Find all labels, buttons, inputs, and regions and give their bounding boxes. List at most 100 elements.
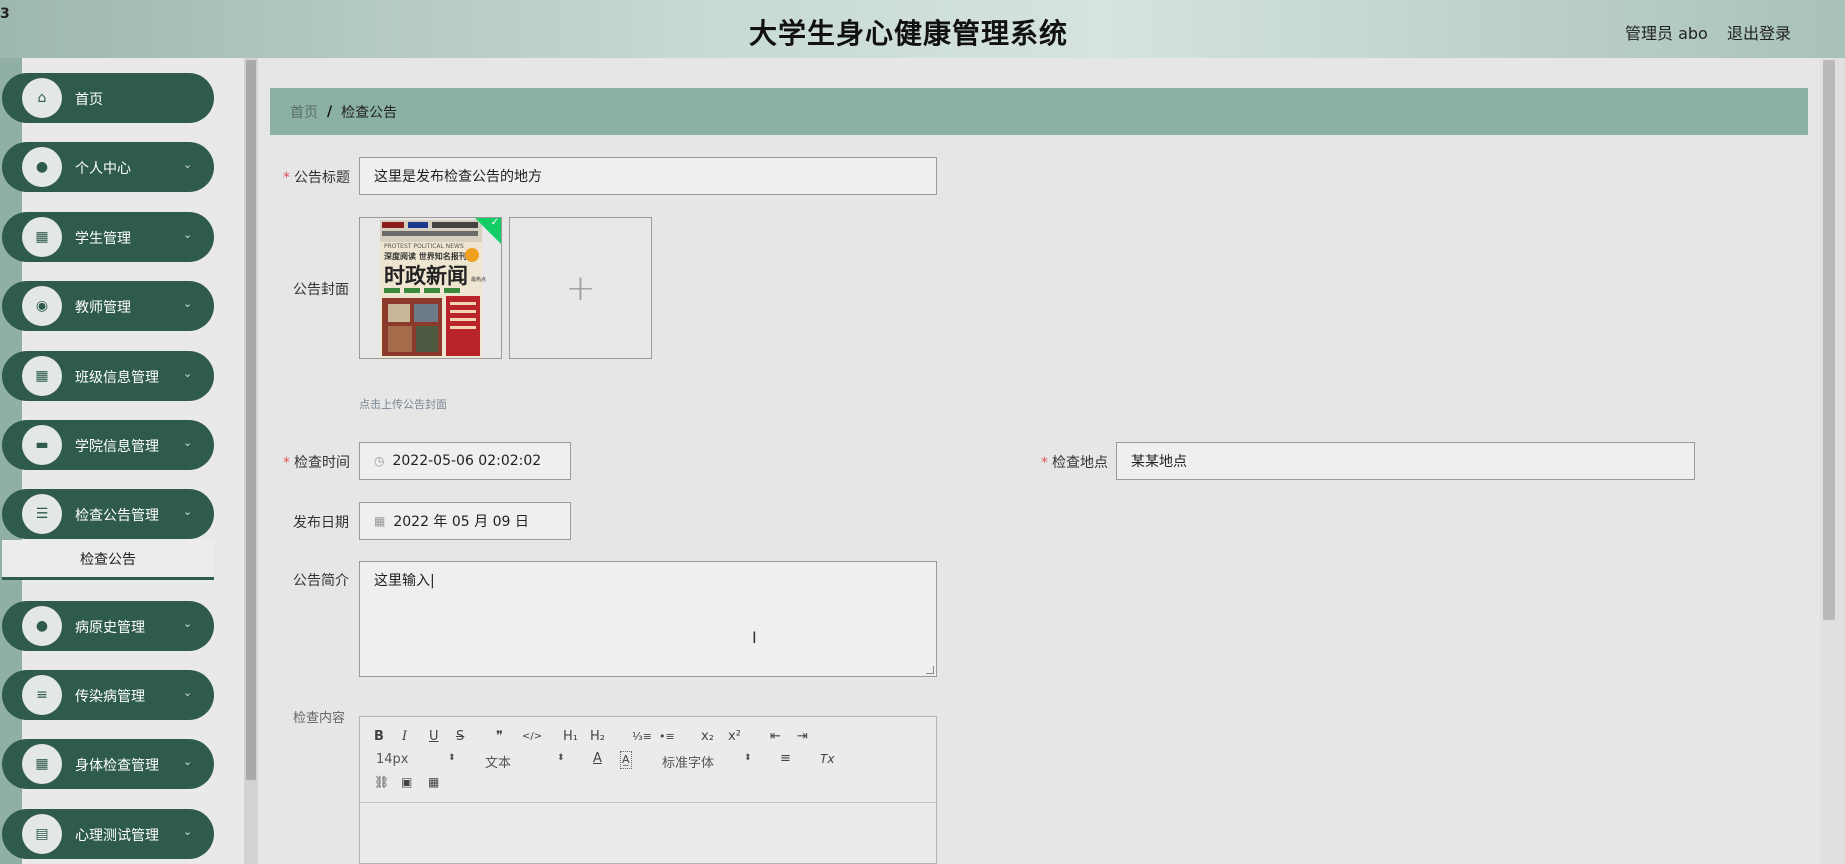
quote-button[interactable]: ❞ bbox=[496, 729, 503, 745]
sidebar-item-10[interactable]: ▤ 心理测试管理 ⌄ bbox=[2, 809, 214, 859]
cover-top-text: PROTEST POLITICAL NEWS bbox=[384, 243, 464, 250]
sidebar-item-0[interactable]: ⌂ 首页 bbox=[2, 73, 214, 123]
publish-date-picker[interactable]: ▦ 2022 年 05 月 09 日 bbox=[359, 502, 571, 540]
sidebar-item-6[interactable]: ☰ 检查公告管理 ⌄ bbox=[2, 489, 214, 539]
underline-button[interactable]: U bbox=[429, 729, 439, 745]
check-time-picker[interactable]: ◷ 2022-05-06 02:02:02 bbox=[359, 442, 571, 480]
indent-button[interactable]: ⇥ bbox=[797, 729, 808, 745]
user-icon: ● bbox=[22, 147, 62, 187]
video-button[interactable]: ▦ bbox=[428, 774, 439, 790]
publish-date-value: 2022 年 05 月 09 日 bbox=[393, 514, 529, 530]
sidebar-item-3[interactable]: ◉ 教师管理 ⌄ bbox=[2, 281, 214, 331]
check-time-label: * 检查时间 bbox=[283, 452, 350, 472]
check-place-label-text: 检查地点 bbox=[1052, 455, 1108, 471]
superscript-button[interactable]: x² bbox=[728, 729, 741, 745]
sidebar-item-label: 学生管理 bbox=[75, 231, 131, 247]
bold-button[interactable]: B bbox=[374, 729, 384, 745]
intro-label: 公告简介 bbox=[293, 573, 349, 589]
sidebar-item-label: 学院信息管理 bbox=[75, 439, 159, 455]
chevron-down-icon: ⌄ bbox=[183, 617, 193, 630]
resize-grip[interactable] bbox=[926, 666, 934, 674]
sidebar-item-9[interactable]: ▦ 身体检查管理 ⌄ bbox=[2, 739, 214, 789]
sidebar-item-7[interactable]: ● 病原史管理 ⌄ bbox=[2, 601, 214, 651]
chevron-down-icon: ⌄ bbox=[183, 297, 193, 310]
chevron-down-icon: ⌄ bbox=[183, 158, 193, 171]
chevron-down-icon: ⌄ bbox=[183, 825, 193, 838]
cover-main-text: 时政新闻 bbox=[384, 264, 468, 288]
intro-textarea-value: 这里输入| bbox=[374, 573, 435, 589]
content-label: 检查内容 bbox=[293, 711, 346, 726]
text-style-value: 文本 bbox=[485, 756, 512, 771]
plus-icon: + bbox=[565, 267, 596, 309]
text-cursor-icon: I bbox=[752, 628, 757, 647]
app-header: 3 大学生身心健康管理系统 管理员 abo 退出登录 bbox=[0, 0, 1845, 58]
bullet-list-button[interactable]: •≡ bbox=[659, 729, 675, 745]
rich-text-editor[interactable]: B I U S ❞ </> H₁ H₂ ⅓≡ •≡ x₂ x² ⇤ ⇥ 14px… bbox=[359, 716, 937, 864]
grid-icon: ▦ bbox=[22, 217, 62, 257]
sliders-icon: ☰ bbox=[22, 494, 62, 534]
cover-label: 公告封面 bbox=[293, 282, 349, 298]
sidebar-item-5[interactable]: ▬ 学院信息管理 ⌄ bbox=[2, 420, 214, 470]
title-label: * 公告标题 bbox=[283, 167, 350, 187]
submenu-item-check-notice[interactable]: 检查公告 bbox=[2, 540, 214, 580]
font-family-select[interactable]: 标准字体 ⬍ bbox=[662, 752, 752, 771]
user-icon: ● bbox=[22, 606, 62, 646]
sidebar-item-label: 班级信息管理 bbox=[75, 370, 159, 386]
text-style-select[interactable]: 文本 ⬍ bbox=[485, 752, 565, 771]
subscript-button[interactable]: x₂ bbox=[701, 729, 714, 745]
check-time-label-text: 检查时间 bbox=[294, 455, 350, 471]
h2-button[interactable]: H₂ bbox=[590, 729, 605, 745]
breadcrumb: 首页 / 检查公告 bbox=[270, 88, 1808, 135]
calendar-icon: ▦ bbox=[374, 514, 386, 528]
sidebar-scroll-thumb[interactable] bbox=[246, 60, 256, 780]
upload-cover-button[interactable]: + bbox=[509, 217, 652, 359]
outdent-button[interactable]: ⇤ bbox=[770, 729, 781, 745]
sidebar-item-2[interactable]: ▦ 学生管理 ⌄ bbox=[2, 212, 214, 262]
cover-thumbnail[interactable]: PROTEST POLITICAL NEWS 深度阅读 世界知名报刊 时政新闻 … bbox=[359, 217, 502, 359]
sidebar-item-1[interactable]: ● 个人中心 ⌄ bbox=[2, 142, 214, 192]
select-arrows-icon: ⬍ bbox=[448, 753, 456, 763]
editor-toolbar: B I U S ❞ </> H₁ H₂ ⅓≡ •≡ x₂ x² ⇤ ⇥ 14px… bbox=[360, 717, 936, 803]
clock-icon: ◷ bbox=[374, 454, 385, 468]
title-input[interactable]: 这里是发布检查公告的地方 bbox=[359, 157, 937, 195]
intro-textarea[interactable]: 这里输入| bbox=[359, 561, 937, 677]
app-title: 大学生身心健康管理系统 bbox=[748, 17, 1068, 50]
font-family-value: 标准字体 bbox=[662, 756, 715, 771]
briefcase-icon: ▬ bbox=[22, 425, 62, 465]
title-input-value: 这里是发布检查公告的地方 bbox=[374, 169, 542, 185]
strike-button[interactable]: S bbox=[456, 729, 464, 745]
sidebar-item-label: 病原史管理 bbox=[75, 620, 145, 636]
check-place-input[interactable]: 某某地点 bbox=[1116, 442, 1695, 480]
breadcrumb-home[interactable]: 首页 bbox=[290, 102, 318, 122]
select-arrows-icon: ⬍ bbox=[557, 753, 565, 763]
home-icon: ⌂ bbox=[22, 78, 62, 118]
link-button[interactable]: ⛓ bbox=[374, 774, 389, 790]
clean-format-button[interactable]: Tx bbox=[820, 751, 834, 767]
publish-date-label: 发布日期 bbox=[293, 515, 349, 531]
ordered-list-button[interactable]: ⅓≡ bbox=[632, 729, 652, 745]
background-color-button[interactable]: A̲ bbox=[620, 751, 632, 769]
sidebar-item-label: 首页 bbox=[75, 92, 103, 108]
required-mark: * bbox=[283, 170, 290, 186]
h1-button[interactable]: H₁ bbox=[563, 729, 578, 745]
italic-button[interactable]: I bbox=[402, 729, 407, 745]
code-button[interactable]: </> bbox=[522, 729, 542, 745]
sidebar-item-label: 心理测试管理 bbox=[75, 828, 159, 844]
chevron-down-icon: ⌄ bbox=[183, 755, 193, 768]
font-color-button[interactable]: A bbox=[593, 751, 602, 767]
sidebar-item-8[interactable]: ≡ 传染病管理 ⌄ bbox=[2, 670, 214, 720]
cover-subtitle: 深度阅读 世界知名报刊 bbox=[384, 251, 467, 261]
align-button[interactable]: ≡ bbox=[780, 751, 791, 767]
select-arrows-icon: ⬍ bbox=[744, 753, 752, 763]
breadcrumb-current: 检查公告 bbox=[341, 104, 398, 121]
font-size-select[interactable]: 14px ⬍ bbox=[376, 752, 456, 768]
logout-link[interactable]: 退出登录 bbox=[1727, 20, 1791, 44]
sidebar-item-4[interactable]: ▦ 班级信息管理 ⌄ bbox=[2, 351, 214, 401]
image-button[interactable]: ▣ bbox=[401, 774, 412, 790]
check-place-label: * 检查地点 bbox=[1041, 452, 1108, 472]
font-size-value: 14px bbox=[376, 752, 409, 767]
page-scroll-thumb[interactable] bbox=[1823, 60, 1835, 620]
chart-icon: ▤ bbox=[22, 814, 62, 854]
cover-side-text: 最热点 bbox=[471, 276, 486, 283]
grid-icon: ▦ bbox=[22, 744, 62, 784]
